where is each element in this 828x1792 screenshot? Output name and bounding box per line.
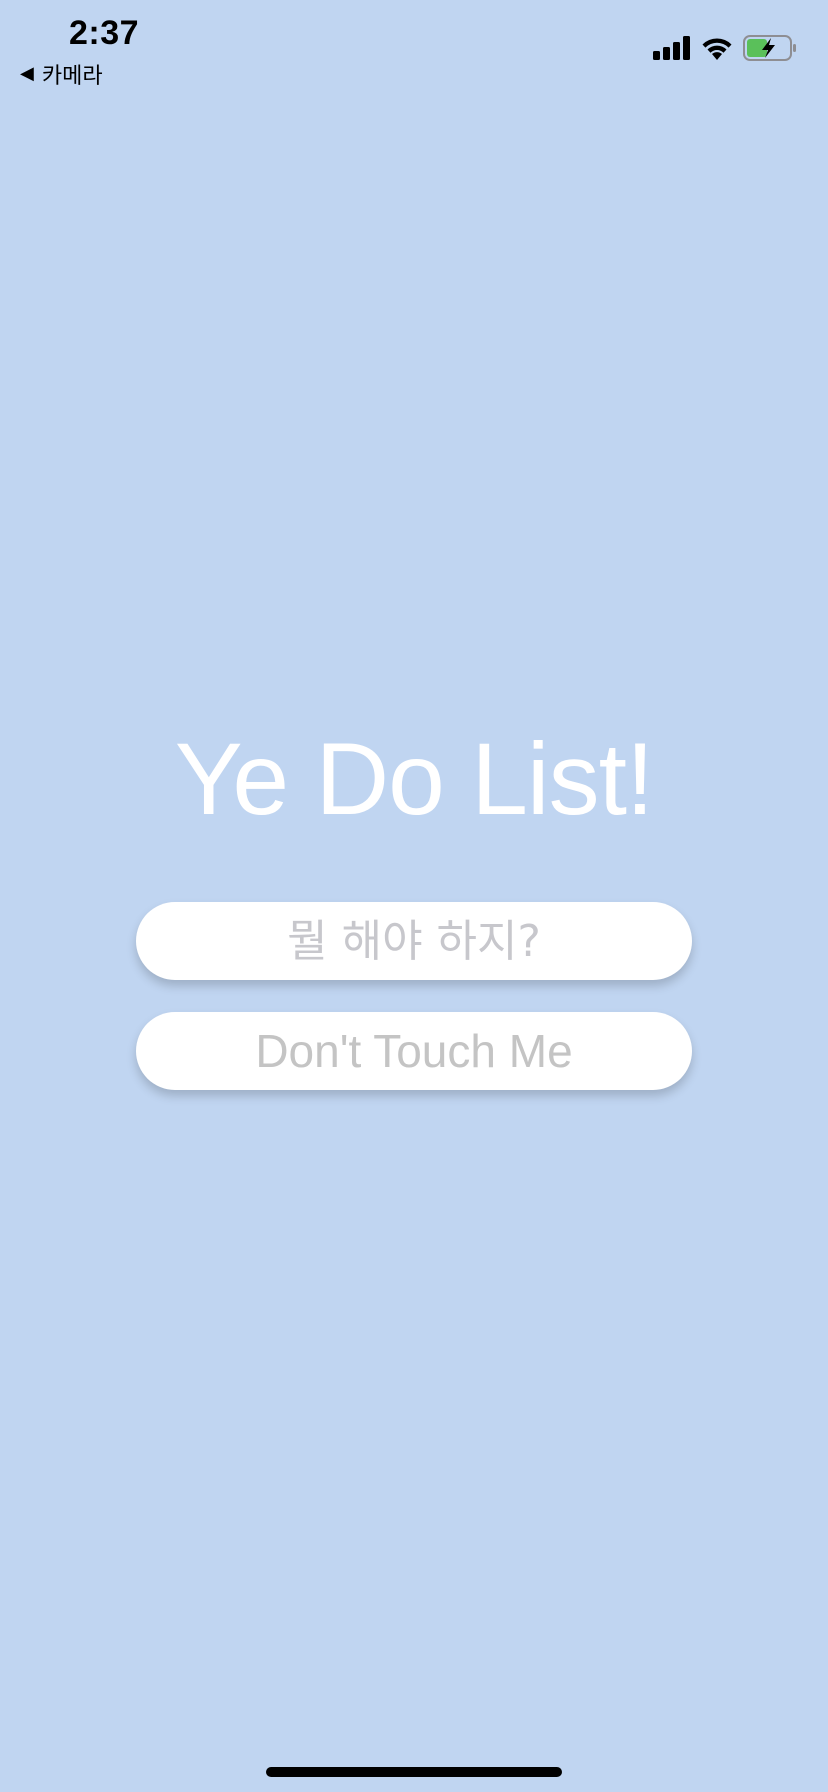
status-time: 2:37	[69, 14, 140, 52]
cellular-signal-icon	[653, 36, 690, 60]
home-indicator	[266, 1767, 562, 1777]
wifi-icon	[702, 38, 732, 60]
back-arrow-icon: ◀	[20, 63, 34, 84]
back-link-label: 카메라	[41, 64, 103, 89]
todo-input-container	[136, 901, 692, 981]
battery-charging-icon	[743, 35, 796, 61]
app-title: Ye Do List!	[174, 722, 655, 836]
dont-touch-me-button[interactable]: Don't Touch Me	[136, 1012, 692, 1090]
todo-input[interactable]	[136, 901, 692, 981]
back-to-camera-link[interactable]: ◀ 카메라	[20, 58, 103, 90]
status-icons	[653, 35, 797, 61]
